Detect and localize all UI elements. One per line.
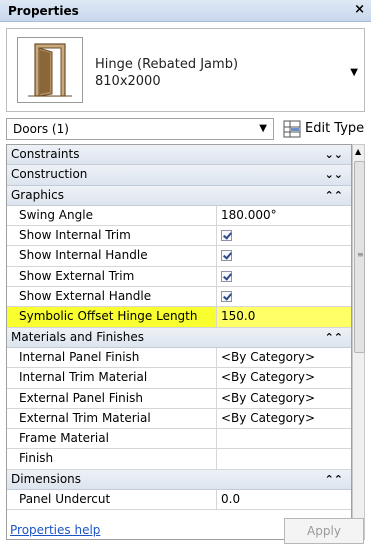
checkbox-checked[interactable] xyxy=(221,291,232,303)
family-name: Hinge (Rebated Jamb) xyxy=(95,57,239,72)
category-materials-and-finishes[interactable]: Materials and Finishes ⌃⌃ xyxy=(7,327,351,348)
property-row[interactable]: Show Internal Trim xyxy=(7,226,351,247)
property-row[interactable]: Frame Material xyxy=(7,429,351,450)
property-name: External Trim Material xyxy=(7,408,217,429)
property-row[interactable]: Show External Handle xyxy=(7,287,351,308)
property-name: Show External Trim xyxy=(7,266,217,287)
grip-icon: ≡ xyxy=(357,250,364,259)
property-name: Show Internal Trim xyxy=(7,226,217,246)
property-row[interactable]: Show External Trim xyxy=(7,266,351,288)
edit-type-button[interactable]: Edit Type xyxy=(279,118,365,140)
property-value[interactable]: 0.0 xyxy=(218,490,351,509)
property-row[interactable]: External Panel Finish <By Category> xyxy=(7,388,351,409)
checkbox-checked[interactable] xyxy=(221,230,232,242)
checkbox-checked[interactable] xyxy=(221,270,232,282)
property-row[interactable]: Swing Angle 180.000° xyxy=(7,205,351,227)
property-row-highlighted[interactable]: Symbolic Offset Hinge Length 150.0 xyxy=(7,307,351,328)
scrollbar-thumb[interactable]: ≡ xyxy=(354,161,365,353)
category-label: Materials and Finishes xyxy=(11,329,145,344)
property-value[interactable]: <By Category> xyxy=(218,368,351,387)
category-dimensions[interactable]: Dimensions ⌃⌃ xyxy=(7,469,351,491)
property-value[interactable]: <By Category> xyxy=(218,389,351,408)
properties-title-bar: Properties × xyxy=(0,0,371,22)
category-construction[interactable]: Construction ⌄⌄ xyxy=(7,165,351,186)
collapse-icon[interactable]: ⌃⌃ xyxy=(325,186,343,205)
property-row[interactable]: Internal Trim Material <By Category> xyxy=(7,368,351,389)
property-value[interactable]: 180.000° xyxy=(218,206,351,225)
type-name: Hinge (Rebated Jamb) 810x2000 xyxy=(95,56,238,90)
property-row[interactable]: Panel Undercut 0.0 xyxy=(7,490,351,511)
property-row[interactable]: External Trim Material <By Category> xyxy=(7,408,351,430)
expand-icon[interactable]: ⌄⌄ xyxy=(325,165,343,184)
category-label: Dimensions xyxy=(11,471,82,486)
property-name: Finish xyxy=(7,449,217,469)
property-value[interactable] xyxy=(218,429,351,448)
properties-help-link[interactable]: Properties help xyxy=(10,523,100,537)
category-label: Graphics xyxy=(11,187,64,202)
vertical-scrollbar[interactable]: ▲ ≡ ▼ xyxy=(352,144,365,540)
category-graphics[interactable]: Graphics ⌃⌃ xyxy=(7,185,351,206)
filter-value: Doors (1) xyxy=(13,122,69,136)
scroll-up-icon[interactable]: ▲ xyxy=(355,147,361,156)
property-name: Show Internal Handle xyxy=(7,246,217,266)
category-constraints[interactable]: Constraints ⌄⌄ xyxy=(7,145,351,166)
property-value[interactable] xyxy=(218,449,351,468)
property-value[interactable]: 150.0 xyxy=(218,307,351,326)
window-title: Properties xyxy=(8,4,79,18)
type-size: 810x2000 xyxy=(95,74,161,89)
property-value[interactable]: <By Category> xyxy=(218,409,351,428)
property-name: Internal Trim Material xyxy=(7,368,217,388)
property-name: Swing Angle xyxy=(7,205,217,226)
property-row[interactable]: Show Internal Handle xyxy=(7,246,351,267)
collapse-icon[interactable]: ⌃⌃ xyxy=(325,470,343,489)
category-label: Construction xyxy=(11,167,88,182)
type-selector[interactable]: Hinge (Rebated Jamb) 810x2000 ▼ xyxy=(6,28,365,112)
element-filter-dropdown[interactable]: Doors (1) ▼ xyxy=(6,118,274,140)
expand-icon[interactable]: ⌄⌄ xyxy=(325,145,343,164)
property-name: Internal Panel Finish xyxy=(7,347,217,368)
collapse-icon[interactable]: ⌃⌃ xyxy=(325,328,343,347)
property-row[interactable]: Finish xyxy=(7,449,351,470)
property-name: Symbolic Offset Hinge Length xyxy=(7,307,217,327)
property-name: Show External Handle xyxy=(7,287,217,307)
chevron-down-icon[interactable]: ▼ xyxy=(259,123,267,134)
property-name: Frame Material xyxy=(7,429,217,449)
chevron-down-icon[interactable]: ▼ xyxy=(350,67,358,78)
property-value[interactable]: <By Category> xyxy=(218,348,351,367)
edit-type-label: Edit Type xyxy=(305,121,365,136)
door-thumbnail-icon xyxy=(17,37,83,103)
edit-type-icon xyxy=(283,120,301,138)
apply-button[interactable]: Apply xyxy=(284,518,364,544)
property-name: Panel Undercut xyxy=(7,490,217,510)
properties-grid: Constraints ⌄⌄ Construction ⌄⌄ Graphics … xyxy=(6,144,352,540)
checkbox-checked[interactable] xyxy=(221,250,232,262)
close-icon[interactable]: × xyxy=(354,2,365,17)
property-name: External Panel Finish xyxy=(7,388,217,408)
property-row[interactable]: Internal Panel Finish <By Category> xyxy=(7,347,351,369)
category-label: Constraints xyxy=(11,147,80,161)
